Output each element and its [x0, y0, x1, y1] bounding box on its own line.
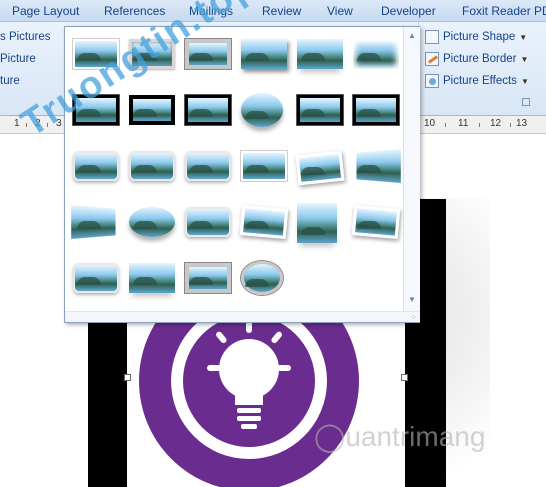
ribbon-item-picture[interactable]: Picture	[0, 53, 36, 65]
style-thumb[interactable]	[297, 203, 337, 243]
style-thumb[interactable]	[241, 261, 283, 295]
landscape-hill-icon	[357, 53, 381, 61]
style-thumb[interactable]	[185, 151, 231, 181]
landscape-hill-icon	[133, 109, 157, 117]
style-thumb[interactable]	[185, 263, 231, 293]
style-thumb[interactable]	[129, 95, 175, 125]
picture-effects-button[interactable]: Picture Effects ▼	[425, 71, 529, 91]
ruler-tick	[479, 123, 480, 127]
landscape-hill-icon	[189, 109, 213, 117]
picture-effects-icon	[425, 74, 439, 88]
ruler-tick	[510, 123, 511, 127]
resize-handle[interactable]	[124, 374, 131, 381]
landscape-hill-icon	[77, 221, 101, 229]
style-thumb[interactable]	[129, 263, 175, 293]
landscape-hill-icon	[133, 221, 157, 229]
tab-developer[interactable]: Developer	[381, 4, 436, 18]
picture-effects-label: Picture Effects	[443, 75, 517, 87]
landscape-hill-icon	[357, 165, 381, 173]
landscape-hill-icon	[133, 277, 157, 285]
style-thumb[interactable]	[185, 95, 231, 125]
landscape-hill-icon	[77, 165, 101, 173]
ruler-mark: 1	[14, 118, 20, 129]
pencil-icon	[425, 52, 439, 66]
landscape-hill-icon	[189, 221, 213, 229]
style-thumb[interactable]	[241, 151, 287, 181]
landscape-hill-icon	[301, 227, 325, 235]
grip-dots-icon: ⁘	[410, 313, 417, 322]
style-thumb[interactable]	[353, 39, 399, 69]
scroll-up-icon[interactable]: ▲	[408, 31, 416, 40]
picture-styles-group: Picture Shape ▼ Picture Border ▼ Picture…	[418, 22, 546, 116]
landscape-hill-icon	[245, 221, 269, 229]
style-thumb[interactable]	[353, 148, 401, 184]
ribbon-tab-bar: Page Layout References Mailings Review V…	[0, 0, 546, 22]
landscape-hill-icon	[189, 165, 213, 173]
style-thumb[interactable]	[129, 151, 175, 181]
chevron-down-icon: ▼	[519, 32, 528, 42]
landscape-hill-icon	[301, 53, 325, 61]
style-thumb[interactable]	[241, 93, 283, 127]
landscape-hill-icon	[245, 165, 269, 173]
style-thumb[interactable]	[73, 263, 119, 293]
picture-border-button[interactable]: Picture Border ▼	[425, 49, 528, 69]
landscape-hill-icon	[189, 53, 213, 61]
ruler-mark: 10	[424, 118, 436, 129]
landscape-hill-icon	[189, 277, 213, 285]
ruler-mark: 12	[490, 118, 502, 129]
brand-text: uantrimang	[345, 421, 486, 452]
ruler-mark: 11	[458, 118, 469, 129]
chevron-down-icon: ▼	[520, 76, 529, 86]
style-thumb[interactable]	[71, 204, 119, 240]
tab-foxit-reader-pdf[interactable]: Foxit Reader PDF	[462, 4, 546, 18]
landscape-hill-icon	[245, 111, 269, 119]
landscape-hill-icon	[357, 221, 381, 229]
landscape-hill-icon	[245, 53, 269, 61]
landscape-hill-icon	[77, 277, 101, 285]
style-thumb[interactable]	[239, 205, 289, 239]
style-thumb[interactable]	[295, 150, 345, 186]
scroll-down-icon[interactable]: ▼	[408, 295, 416, 304]
landscape-hill-icon	[357, 109, 381, 117]
ribbon-item-pictures[interactable]: s Pictures	[0, 31, 51, 43]
tab-page-layout[interactable]: Page Layout	[12, 4, 79, 18]
style-thumb[interactable]	[185, 207, 231, 237]
picture-shape-label: Picture Shape	[443, 31, 516, 43]
style-thumb[interactable]	[241, 39, 287, 69]
tab-review[interactable]: Review	[262, 4, 301, 18]
landscape-hill-icon	[133, 165, 157, 173]
landscape-hill-icon	[301, 109, 325, 117]
gallery-resize-grip[interactable]: ⁘	[65, 311, 419, 322]
chevron-down-icon: ▼	[520, 54, 529, 64]
style-thumb[interactable]	[351, 205, 401, 239]
landscape-hill-icon	[245, 279, 269, 287]
landscape-hill-icon	[301, 167, 325, 175]
style-thumb[interactable]	[129, 207, 175, 237]
gallery-scrollbar[interactable]: ▲ ▼	[403, 27, 420, 322]
ribbon-item-ture[interactable]: ture	[0, 75, 20, 87]
ruler-tick	[445, 123, 446, 127]
style-thumb[interactable]	[297, 39, 343, 69]
brand-q-icon: ◯	[314, 421, 346, 452]
style-thumb[interactable]	[297, 95, 343, 125]
tab-references[interactable]: References	[104, 4, 165, 18]
style-thumb[interactable]	[73, 151, 119, 181]
style-thumb[interactable]	[353, 95, 399, 125]
resize-handle[interactable]	[401, 374, 408, 381]
watermark-brand: ◯uantrimang	[314, 420, 485, 453]
ruler-mark: 13	[516, 118, 528, 129]
picture-border-label: Picture Border	[443, 53, 517, 65]
tab-view[interactable]: View	[327, 4, 353, 18]
dialog-launcher-icon[interactable]	[522, 98, 530, 106]
picture-shape-icon	[425, 30, 439, 44]
picture-shape-button[interactable]: Picture Shape ▼	[425, 27, 527, 47]
